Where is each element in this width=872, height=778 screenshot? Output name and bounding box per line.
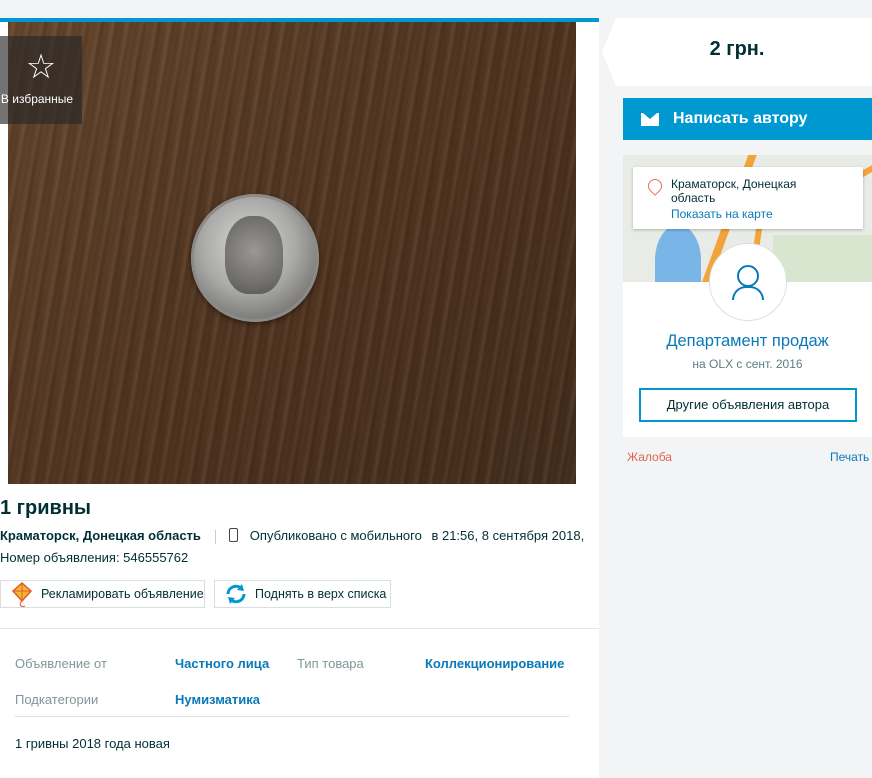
add-to-favorites-button[interactable]: ☆ В избранные	[0, 36, 82, 124]
ad-location: Краматорск, Донецкая область	[0, 528, 201, 543]
coin-image	[191, 194, 319, 322]
coin-portrait	[225, 216, 283, 294]
ad-number: Номер объявления: 546555762	[0, 550, 189, 565]
meta-divider	[214, 529, 216, 544]
attr-value-subcategory[interactable]: Нумизматика	[175, 692, 260, 707]
bump-ad-button[interactable]: Поднять в верх списка	[214, 580, 391, 608]
promote-label: Рекламировать объявление	[41, 587, 204, 601]
promote-ad-button[interactable]: Рекламировать объявление	[0, 580, 205, 608]
author-since: на OLX с сент. 2016	[692, 357, 803, 371]
attr-value-offer-from[interactable]: Частного лица	[175, 656, 269, 671]
published-time: в 21:56, 8 сентября 2018,	[431, 528, 585, 543]
message-author-button[interactable]: Написать автору	[623, 98, 872, 140]
attr-label-offer-from: Объявление от	[15, 656, 107, 671]
listing-photo[interactable]	[8, 22, 576, 484]
user-icon-body	[732, 286, 764, 300]
location-pin-icon	[645, 176, 665, 196]
author-card: Краматорск, Донецкая область Показать на…	[623, 155, 872, 437]
ad-title: 1 гривны	[0, 497, 91, 519]
attr-label-subcategory: Подкатегории	[15, 692, 99, 707]
map-location-text: Краматорск, Донецкая область	[671, 177, 797, 205]
ad-description: 1 гривны 2018 года новая	[15, 736, 170, 751]
user-icon	[737, 265, 759, 287]
attr-value-item-type[interactable]: Коллекционирование	[425, 656, 564, 671]
refresh-icon	[226, 584, 246, 604]
mobile-phone-icon	[229, 528, 239, 542]
kite-icon	[11, 581, 33, 607]
attributes-divider	[15, 716, 569, 717]
map-location-popup: Краматорск, Донецкая область Показать на…	[633, 167, 863, 229]
message-author-label: Написать автору	[673, 110, 808, 127]
attr-label-item-type: Тип товара	[297, 656, 364, 671]
favorites-label: В избранные	[0, 92, 74, 106]
map-water	[655, 225, 701, 282]
section-divider	[0, 628, 599, 629]
complaint-link[interactable]: Жалоба	[627, 450, 672, 464]
show-on-map-link[interactable]: Показать на карте	[671, 207, 773, 221]
author-name[interactable]: Департамент продаж	[623, 332, 872, 351]
ad-meta: Краматорск, Донецкая область Опубликован…	[0, 528, 584, 544]
avatar[interactable]	[709, 243, 787, 321]
bump-label: Поднять в верх списка	[255, 587, 387, 601]
published-label: Опубликовано с мобильного	[249, 528, 422, 543]
print-link[interactable]: Печать	[830, 450, 869, 464]
star-icon: ☆	[25, 48, 57, 86]
map-park	[773, 235, 872, 282]
price: 2 грн.	[709, 38, 765, 60]
other-ads-button[interactable]: Другие объявления автора	[639, 388, 857, 422]
envelope-icon	[641, 112, 659, 126]
